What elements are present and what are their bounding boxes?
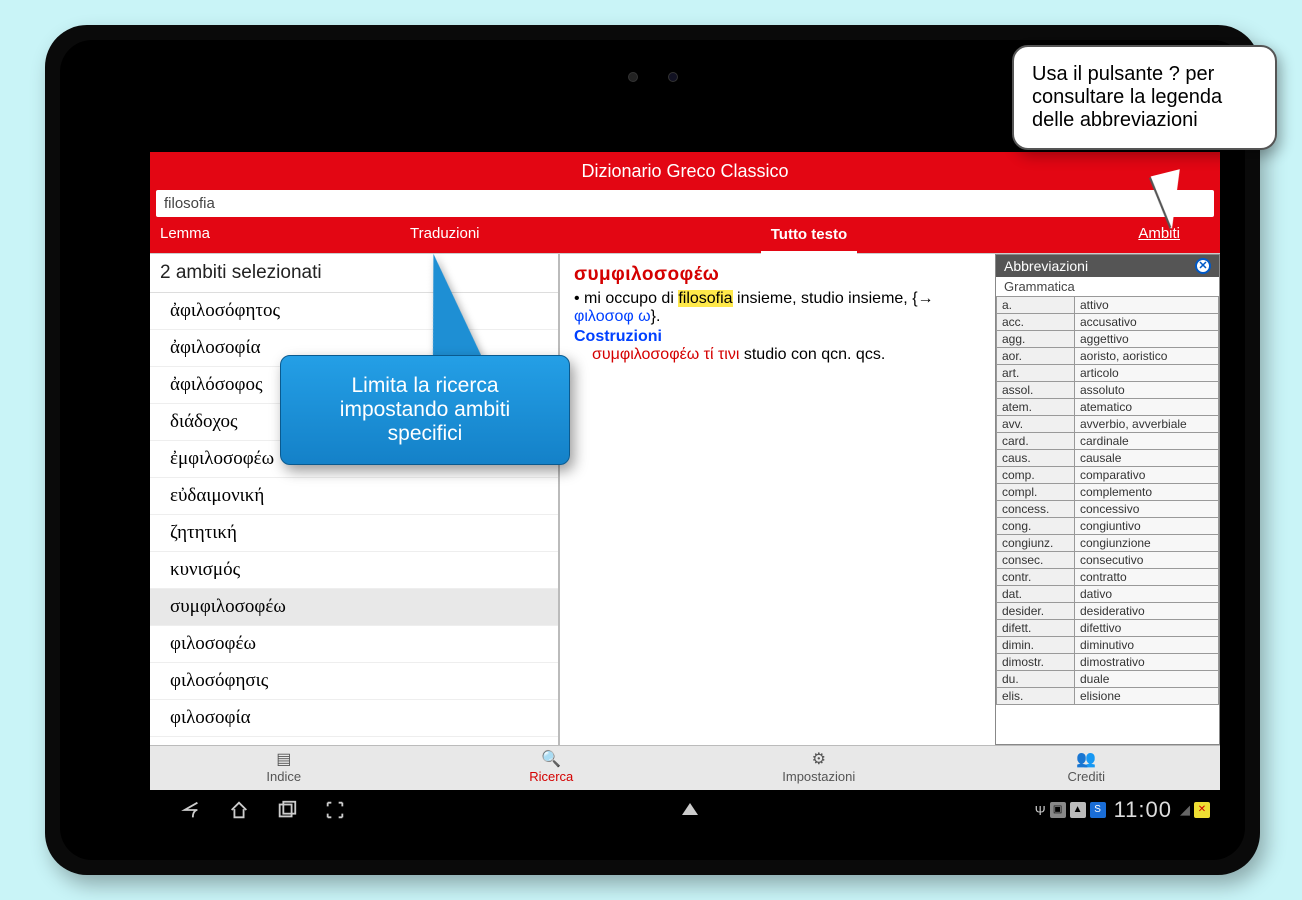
table-row: dat.dativo <box>997 586 1219 603</box>
bottom-bar: ▤Indice 🔍Ricerca ⚙Impostazioni 👥Crediti <box>150 745 1220 790</box>
entry-panel: συμφιλοσοφέω • mi occupo di filosofia in… <box>560 254 995 745</box>
tablet-frame: Dizionario Greco Classico Lemma Traduzio… <box>45 25 1260 875</box>
lemma-item[interactable]: φιλοσόφησις <box>150 663 558 700</box>
nav-indice[interactable]: ▤Indice <box>150 746 418 790</box>
table-row: avv.avverbio, avverbiale <box>997 416 1219 433</box>
def-highlight: filosofia <box>678 290 732 307</box>
app-window: Dizionario Greco Classico Lemma Traduzio… <box>150 152 1220 790</box>
tablet-screen: Dizionario Greco Classico Lemma Traduzio… <box>150 152 1220 830</box>
screenshot-icon[interactable] <box>324 799 346 821</box>
recent-icon[interactable] <box>276 799 298 821</box>
construction-greek: συμφιλοσοφέω τί τινι <box>592 346 739 363</box>
table-row: agg.aggettivo <box>997 331 1219 348</box>
tablet-bezel: Dizionario Greco Classico Lemma Traduzio… <box>60 40 1245 860</box>
table-row: aor.aoristo, aoristico <box>997 348 1219 365</box>
usb-icon: Ψ <box>1035 803 1046 818</box>
entry-definition: • mi occupo di filosofia insieme, studio… <box>574 290 981 326</box>
close-icon[interactable]: ✕ <box>1195 258 1211 274</box>
entry-headword: συμφιλοσοφέω <box>574 264 719 285</box>
left-column: 2 ambiti selezionati ἀφιλοσόφητοςἀφιλοσο… <box>150 254 560 745</box>
search-input[interactable] <box>156 190 1214 217</box>
table-row: compl.complemento <box>997 484 1219 501</box>
table-row: a.attivo <box>997 297 1219 314</box>
table-row: du.duale <box>997 671 1219 688</box>
table-row: concess.concessivo <box>997 501 1219 518</box>
lemma-item[interactable]: ἀφιλοσόφητος <box>150 293 558 330</box>
status-icon-2: ▲ <box>1070 802 1086 818</box>
construction-line: συμφιλοσοφέω τί τινι studio con qcn. qcs… <box>592 346 981 364</box>
table-row: contr.contratto <box>997 569 1219 586</box>
tab-bar: Lemma Traduzioni Tutto testo Ambiti <box>150 219 1220 253</box>
home-icon[interactable] <box>228 799 250 821</box>
lemma-item[interactable]: κυνισμός <box>150 552 558 589</box>
lemma-item[interactable]: φιλοσοφία <box>150 700 558 737</box>
abbr-title: Abbreviazioni <box>1004 258 1195 274</box>
def-crossref[interactable]: φιλοσοφ ω <box>574 308 651 325</box>
tab-lemma[interactable]: Lemma <box>150 219 220 253</box>
people-icon: 👥 <box>953 751 1221 769</box>
expand-icon[interactable] <box>682 803 698 815</box>
def-text2: insieme, studio insieme, {→ <box>733 290 934 307</box>
def-text: • mi occupo di <box>574 290 678 307</box>
nav-ricerca[interactable]: 🔍Ricerca <box>418 746 686 790</box>
table-row: caus.causale <box>997 450 1219 467</box>
status-icon-s: S <box>1090 802 1106 818</box>
table-row: atem.atematico <box>997 399 1219 416</box>
abbr-panel-header: Abbreviazioni ✕ <box>996 255 1219 277</box>
lemma-item[interactable]: συμφιλοσοφέω <box>150 589 558 626</box>
table-row: elis.elisione <box>997 688 1219 705</box>
search-icon: 🔍 <box>418 751 686 769</box>
selected-filters-label: 2 ambiti selezionati <box>150 254 558 293</box>
table-row: dimostr.dimostrativo <box>997 654 1219 671</box>
table-row: acc.accusativo <box>997 314 1219 331</box>
table-row: congiunz.congiunzione <box>997 535 1219 552</box>
status-clock: 11:00 <box>1114 797 1172 823</box>
signal-icon: ◢ <box>1180 802 1190 818</box>
nav-impostazioni[interactable]: ⚙Impostazioni <box>685 746 953 790</box>
tab-tutto-testo[interactable]: Tutto testo <box>761 220 857 254</box>
table-row: assol.assoluto <box>997 382 1219 399</box>
abbr-table: a.attivoacc.accusativoagg.aggettivoaor.a… <box>996 296 1219 705</box>
def-text3: }. <box>651 308 661 325</box>
lemma-item[interactable]: φιλοσοφέω <box>150 626 558 663</box>
table-row: consec.consecutivo <box>997 552 1219 569</box>
gear-icon: ⚙ <box>685 751 953 769</box>
callout-white: Usa il pulsante ? per consultare la lege… <box>1012 45 1277 150</box>
back-icon[interactable] <box>180 799 202 821</box>
app-title: Dizionario Greco Classico <box>150 152 1220 190</box>
table-row: cong.congiuntivo <box>997 518 1219 535</box>
construction-trans: studio con qcn. qcs. <box>739 346 885 363</box>
table-row: dimin.diminutivo <box>997 637 1219 654</box>
search-row <box>150 190 1220 219</box>
lemma-item[interactable]: εὐδαιμονική <box>150 478 558 515</box>
table-row: comp.comparativo <box>997 467 1219 484</box>
android-navbar: Ψ ▣ ▲ S 11:00 ◢ ✕ <box>150 790 1220 830</box>
abbr-subtitle: Grammatica <box>996 277 1219 296</box>
table-row: art.articolo <box>997 365 1219 382</box>
status-icon-1: ▣ <box>1050 802 1066 818</box>
nav-crediti[interactable]: 👥Crediti <box>953 746 1221 790</box>
constructions-label: Costruzioni <box>574 328 981 346</box>
tablet-camera <box>583 70 723 84</box>
table-row: card.cardinale <box>997 433 1219 450</box>
battery-icon: ✕ <box>1194 802 1210 818</box>
tab-traduzioni[interactable]: Traduzioni <box>400 219 489 253</box>
table-row: difett.difettivo <box>997 620 1219 637</box>
abbreviations-panel: Abbreviazioni ✕ Grammatica a.attivoacc.a… <box>995 254 1220 745</box>
callout-blue: Limita la ricerca impostando ambiti spec… <box>280 355 570 465</box>
list-icon: ▤ <box>150 751 418 769</box>
table-row: desider.desiderativo <box>997 603 1219 620</box>
status-area: Ψ ▣ ▲ S 11:00 ◢ ✕ <box>1035 797 1210 823</box>
lemma-item[interactable]: ζητητική <box>150 515 558 552</box>
